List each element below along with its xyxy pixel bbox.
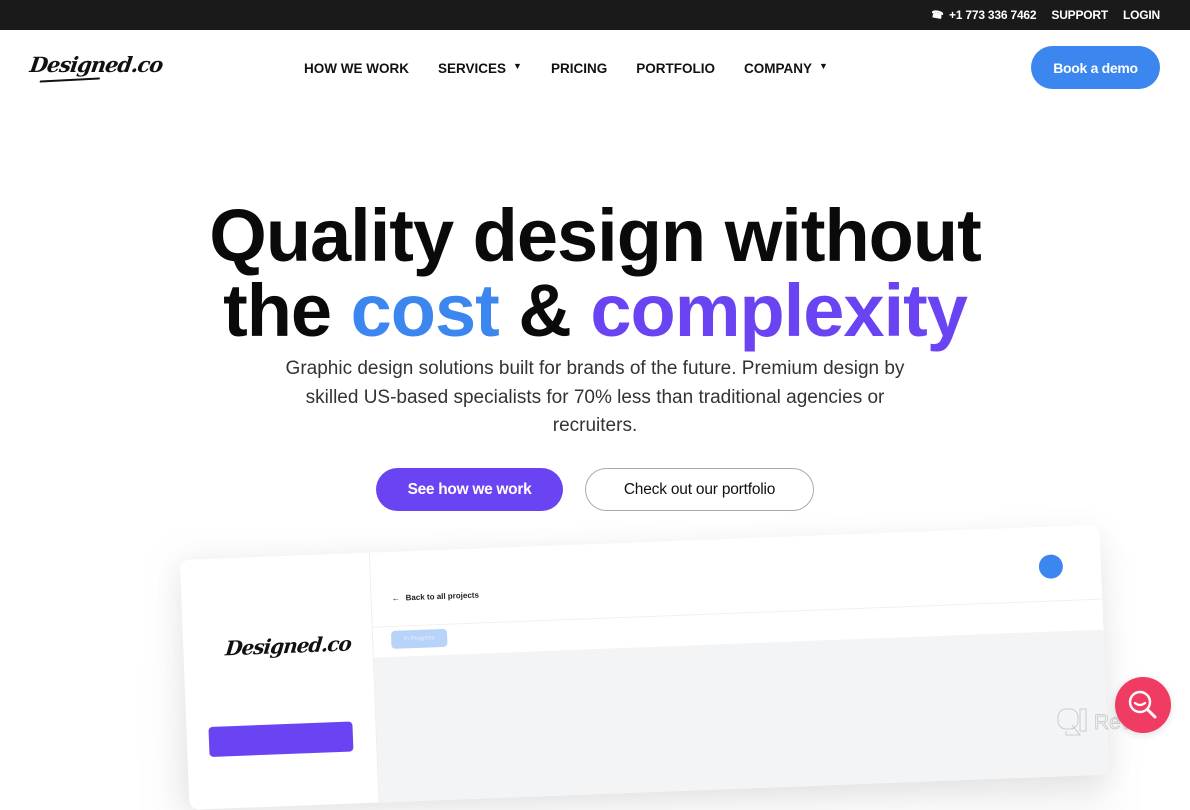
phone-number: +1 773 336 7462	[948, 8, 1037, 22]
support-link[interactable]: SUPPORT	[1051, 8, 1108, 22]
hero-highlight-complexity: complexity	[590, 269, 968, 352]
nav-portfolio[interactable]: PORTFOLIO	[636, 61, 715, 76]
book-demo-button[interactable]: Book a demo	[1031, 46, 1160, 89]
mockup-back-link: ← Back to all projects	[391, 591, 479, 603]
main-navbar: Designed.co HOW WE WORK SERVICES ▼ PRICI…	[0, 30, 1190, 105]
revain-logo-icon	[1057, 708, 1087, 736]
mockup-back-label: Back to all projects	[405, 590, 480, 603]
login-link[interactable]: LOGIN	[1123, 8, 1160, 22]
primary-nav: HOW WE WORK SERVICES ▼ PRICING PORTFOLIO…	[304, 61, 857, 76]
chat-widget-button[interactable]	[1115, 677, 1171, 733]
see-how-we-work-button[interactable]: See how we work	[376, 468, 563, 511]
mockup-avatar	[1038, 554, 1064, 580]
mockup-logo: Designed.co	[224, 631, 353, 661]
nav-label: SERVICES	[437, 61, 507, 76]
hero-title-the: the	[223, 269, 351, 352]
nav-label: COMPANY	[743, 61, 812, 76]
app-mockup-preview: Designed.co ← Back to all projects In Pr…	[180, 524, 1109, 810]
nav-pricing[interactable]: PRICING	[551, 61, 607, 76]
nav-label: PORTFOLIO	[636, 61, 715, 76]
hero-highlight-cost: cost	[350, 269, 500, 352]
mockup-sidebar-button	[208, 721, 354, 758]
mockup-content-area	[373, 629, 1109, 803]
phone-icon: ☎	[929, 8, 944, 22]
nav-services[interactable]: SERVICES ▼	[438, 61, 522, 76]
portfolio-button[interactable]: Check out our portfolio	[585, 468, 814, 511]
search-smile-icon	[1128, 690, 1157, 719]
mockup-sidebar: Designed.co	[180, 552, 380, 810]
phone-link[interactable]: ☎ +1 773 336 7462	[929, 8, 1037, 22]
logo-text: Designed.co	[28, 52, 165, 77]
nav-label: HOW WE WORK	[304, 61, 409, 76]
nav-company[interactable]: COMPANY ▼	[744, 61, 828, 76]
arrow-left-icon: ←	[391, 593, 400, 603]
hero-title-line1: Quality design without	[209, 194, 981, 277]
top-utility-bar: ☎ +1 773 336 7462 SUPPORT LOGIN	[0, 0, 1190, 30]
hero-subtitle: Graphic design solutions built for brand…	[285, 358, 905, 436]
hero-title: Quality design without the cost & comple…	[0, 198, 1190, 348]
caret-down-icon: ▼	[818, 61, 828, 71]
caret-down-icon: ▼	[513, 61, 522, 71]
nav-label: PRICING	[550, 61, 608, 76]
logo-underline	[39, 77, 101, 83]
nav-how-we-work[interactable]: HOW WE WORK	[304, 61, 409, 76]
mockup-status-chip: In Progress	[390, 628, 448, 649]
hero-title-ampersand: &	[498, 269, 591, 352]
site-logo[interactable]: Designed.co	[28, 52, 165, 83]
